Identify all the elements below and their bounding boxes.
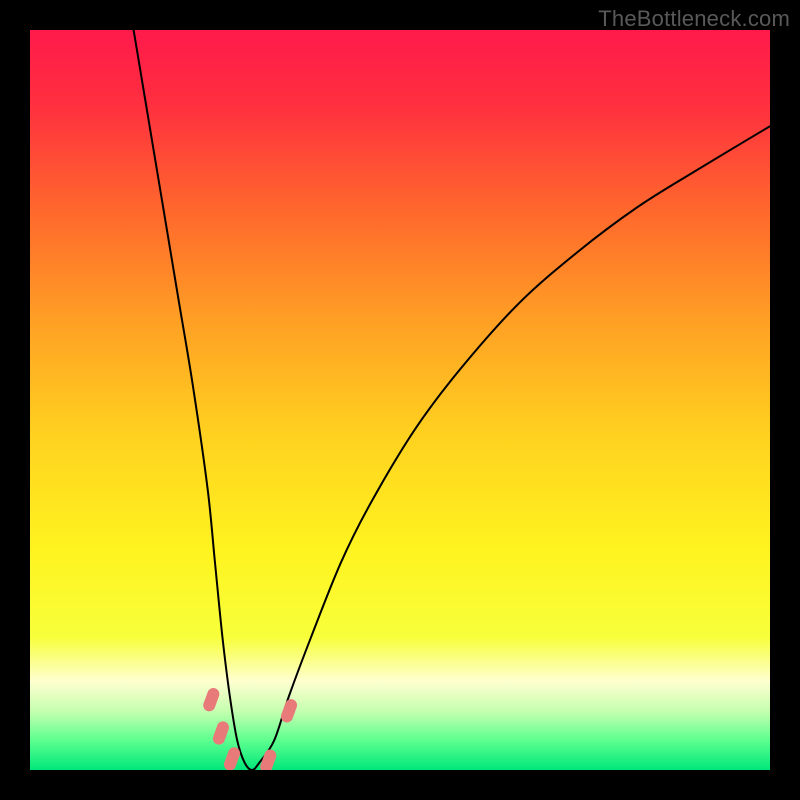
chart-frame: TheBottleneck.com bbox=[0, 0, 800, 800]
gradient-background bbox=[30, 30, 770, 770]
watermark-text: TheBottleneck.com bbox=[598, 6, 790, 32]
chart-svg bbox=[30, 30, 770, 770]
plot-area bbox=[30, 30, 770, 770]
